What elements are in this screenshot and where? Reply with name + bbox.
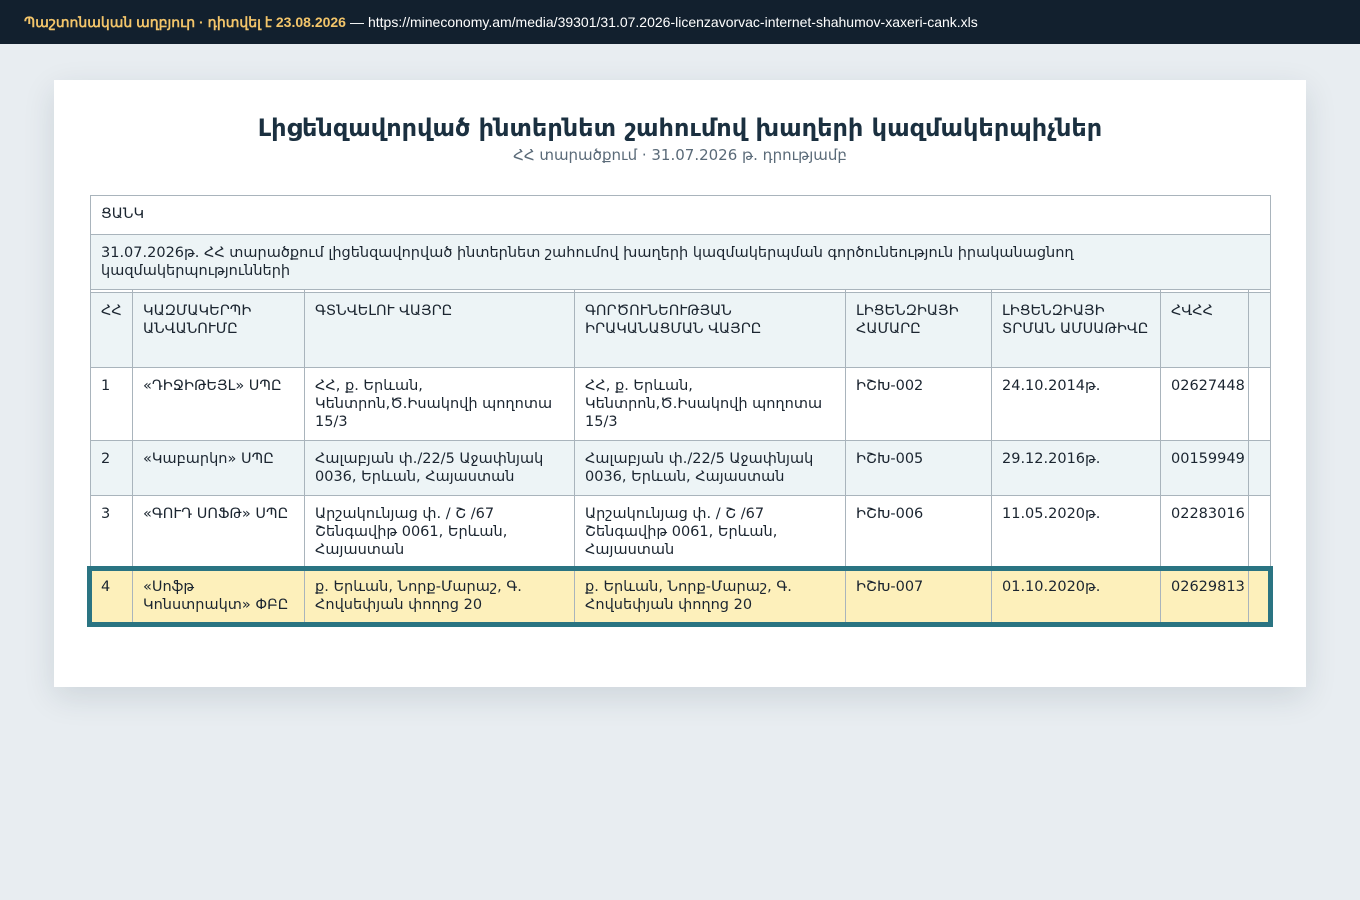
cell-name: «ԳՈՒԴ ՍՈՖԹ» ՍՊԸ [132,495,305,569]
table-row: 1 «ԴԻՋԻԹԵՅԼ» ՍՊԸ ՀՀ, ք. Երևան, Կենտրոն,Ծ… [90,367,1272,441]
cell-number: 4 [90,568,133,624]
table-row: 3 «ԳՈՒԴ ՍՈՖԹ» ՍՊԸ Արշակունյաց փ. / Շ /67… [90,495,1272,569]
source-url-link[interactable]: https://mineconomy.am/media/39301/31.07.… [368,14,978,30]
cell-activity-place: ՀՀ, ք. Երևան, Կենտրոն,Ծ.Իսակովի պողոտա 1… [574,367,846,441]
cell-activity-place: Հալաբյան փ./22/5 Աջափնյակ 0036, Երևան, Հ… [574,440,846,496]
cell-name: «ԴԻՋԻԹԵՅԼ» ՍՊԸ [132,367,305,441]
column-header-license-date: ԼԻՑԵՆԶԻԱՅԻ ՏՐՄԱՆ ԱՄՍԱԹԻՎԸ [991,292,1161,368]
column-header-extra [1247,292,1272,368]
cell-address: ՀՀ, ք. Երևան, Կենտրոն,Ծ.Իսակովի պողոտա 1… [304,367,575,441]
cell-extra [1247,568,1272,624]
cell-tin: 02629813 [1160,568,1249,624]
cell-license-date: 01.10.2020թ. [991,568,1161,624]
page-subtitle: ՀՀ տարածքում · 31.07.2026 թ. դրությամբ [513,146,847,164]
cell-license-number: ԻՇԽ-007 [845,568,992,624]
license-table-wrapper: ՑԱՆԿ 31.07.2026թ. ՀՀ տարածքում լիցենզավո… [87,195,1274,627]
table-description: 31.07.2026թ. ՀՀ տարածքում լիցենզավորված … [89,234,1272,290]
cell-number: 3 [90,495,133,569]
cell-tin: 00159949 [1160,440,1249,496]
document-card: Լիցենզավորված ինտերնետ շահումով խաղերի կ… [54,80,1306,687]
cell-name: «Կաբարկո» ՍՊԸ [132,440,305,496]
source-label: Պաշտոնական աղբյուր · դիտվել է 23.08.2026 [24,13,346,30]
column-header-address: ԳՏՆՎԵԼՈՒ ՎԱՅՐԸ [304,292,575,368]
license-table: ՑԱՆԿ 31.07.2026թ. ՀՀ տարածքում լիցենզավո… [89,195,1272,624]
page-title: Լիցենզավորված ինտերնետ շահումով խաղերի կ… [257,114,1103,142]
cell-address: ք. Երևան, Նորք-Մարաշ, Գ. Հովսեփյան փողոց… [304,568,575,624]
cell-tin: 02627448 [1160,367,1249,441]
cell-license-date: 11.05.2020թ. [991,495,1161,569]
table-caption: ՑԱՆԿ [89,195,1272,235]
cell-activity-place: Արշակունյաց փ. / Շ /67 Շենգավիթ 0061, Եր… [574,495,846,569]
table-caption-row: ՑԱՆԿ [89,195,1272,235]
column-header-license-number: ԼԻՑԵՆԶԻԱՅԻ ՀԱՄԱՐԸ [845,292,992,368]
cell-license-number: ԻՇԽ-005 [845,440,992,496]
top-bar: Պաշտոնական աղբյուր · դիտվել է 23.08.2026… [0,0,1360,44]
column-header-name: ԿԱԶՄԱԿԵՐՊԻ ԱՆՎԱՆՈՒՄԸ [132,292,305,368]
column-header-tin: ՀՎՀՀ [1160,292,1249,368]
cell-tin: 02283016 [1160,495,1249,569]
table-header-row: ՀՀ ԿԱԶՄԱԿԵՐՊԻ ԱՆՎԱՆՈՒՄԸ ԳՏՆՎԵԼՈՒ ՎԱՅՐԸ Գ… [90,292,1272,368]
table-row: 2 «Կաբարկո» ՍՊԸ Հալաբյան փ./22/5 Աջափնյա… [90,440,1272,496]
cell-number: 1 [90,367,133,441]
cell-license-date: 29.12.2016թ. [991,440,1161,496]
cell-activity-place: ք. Երևան, Նորք-Մարաշ, Գ. Հովսեփյան փողոց… [574,568,846,624]
cell-number: 2 [90,440,133,496]
cell-address: Հալաբյան փ./22/5 Աջափնյակ 0036, Երևան, Հ… [304,440,575,496]
cell-extra [1247,495,1272,569]
table-row-highlighted: 4 «Սոֆթ Կոնստրակտ» ՓԲԸ ք. Երևան, Նորք-Մա… [90,568,1272,624]
cell-name: «Սոֆթ Կոնստրակտ» ՓԲԸ [132,568,305,624]
cell-extra [1247,440,1272,496]
source-separator: — [349,14,364,30]
cell-address: Արշակունյաց փ. / Շ /67 Շենգավիթ 0061, Եր… [304,495,575,569]
column-header-number: ՀՀ [90,292,133,368]
column-header-activity-place: ԳՈՐԾՈՒՆԵՈՒԹՅԱՆ ԻՐԱԿԱՆԱՑՄԱՆ ՎԱՅՐԸ [574,292,846,368]
table-description-row: 31.07.2026թ. ՀՀ տարածքում լիցենզավորված … [89,234,1272,290]
cell-license-date: 24.10.2014թ. [991,367,1161,441]
cell-license-number: ԻՇԽ-002 [845,367,992,441]
cell-extra [1247,367,1272,441]
cell-license-number: ԻՇԽ-006 [845,495,992,569]
